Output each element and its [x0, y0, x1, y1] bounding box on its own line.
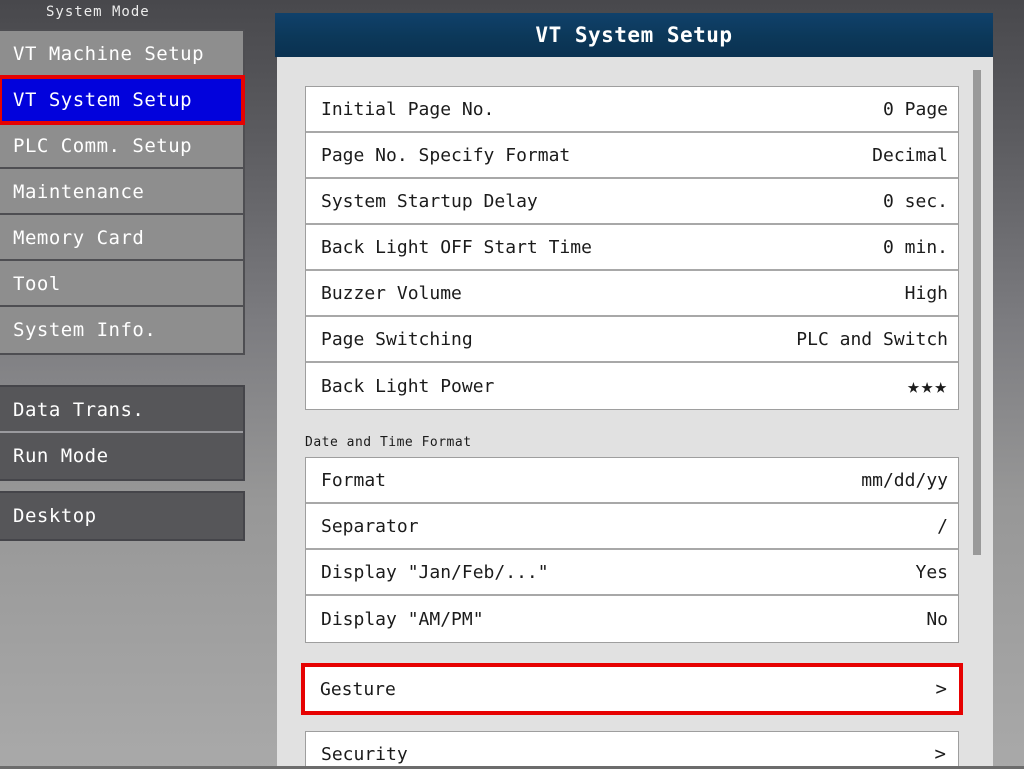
setting-label: Buzzer Volume: [321, 283, 462, 304]
row-gesture[interactable]: Gesture >: [301, 663, 963, 715]
chevron-right-icon: >: [935, 743, 946, 765]
setting-label: Page Switching: [321, 329, 473, 350]
sidebar-item-desktop[interactable]: Desktop: [0, 493, 243, 539]
setting-label: Separator: [321, 516, 419, 537]
setting-label: Display "Jan/Feb/...": [321, 562, 549, 583]
row-display-am-pm[interactable]: Display "AM/PM" No: [306, 596, 958, 642]
hmi-screen: System Mode VT Machine Setup VT System S…: [0, 0, 1024, 769]
datetime-settings-group: Format mm/dd/yy Separator / Display "Jan…: [305, 457, 959, 643]
setting-label: Display "AM/PM": [321, 609, 484, 630]
setting-value: mm/dd/yy: [861, 470, 948, 491]
page-title: VT System Setup: [275, 13, 993, 57]
sidebar-item-memory-card[interactable]: Memory Card: [0, 215, 243, 261]
sidebar-item-vt-system-setup[interactable]: VT System Setup: [0, 77, 243, 123]
sidebar-item-run-mode[interactable]: Run Mode: [0, 433, 243, 479]
setting-value: No: [926, 609, 948, 630]
sidebar-item-system-info[interactable]: System Info.: [0, 307, 243, 353]
setting-value: High: [905, 283, 948, 304]
setting-value: 0 Page: [883, 99, 948, 120]
settings-panel: Initial Page No. 0 Page Page No. Specify…: [277, 57, 993, 769]
setting-label: System Startup Delay: [321, 191, 538, 212]
sidebar-item-vt-machine-setup[interactable]: VT Machine Setup: [0, 31, 243, 77]
row-format[interactable]: Format mm/dd/yy: [306, 458, 958, 504]
chevron-right-icon: >: [936, 678, 947, 700]
desktop-menu: Desktop: [0, 491, 245, 541]
nav-row-label: Gesture: [320, 679, 396, 700]
nav-row-label: Security: [321, 744, 408, 765]
setting-value: Yes: [915, 562, 948, 583]
setting-label: Back Light OFF Start Time: [321, 237, 592, 258]
system-mode-title: System Mode: [46, 4, 150, 20]
row-back-light-off-start-time[interactable]: Back Light OFF Start Time 0 min.: [306, 225, 958, 271]
datetime-section-label: Date and Time Format: [305, 435, 472, 450]
general-settings-group: Initial Page No. 0 Page Page No. Specify…: [305, 86, 959, 410]
row-page-no-specify-format[interactable]: Page No. Specify Format Decimal: [306, 133, 958, 179]
row-security[interactable]: Security >: [305, 731, 959, 769]
setting-label: Initial Page No.: [321, 99, 494, 120]
star-rating: ★★★: [907, 374, 948, 398]
row-buzzer-volume[interactable]: Buzzer Volume High: [306, 271, 958, 317]
sidebar-item-data-trans[interactable]: Data Trans.: [0, 387, 243, 433]
row-page-switching[interactable]: Page Switching PLC and Switch: [306, 317, 958, 363]
row-separator[interactable]: Separator /: [306, 504, 958, 550]
setting-value: Decimal: [872, 145, 948, 166]
row-display-jan-feb[interactable]: Display "Jan/Feb/..." Yes: [306, 550, 958, 596]
setting-value: /: [937, 516, 948, 537]
setting-value: PLC and Switch: [796, 329, 948, 350]
setting-label: Back Light Power: [321, 376, 494, 397]
row-back-light-power[interactable]: Back Light Power ★★★: [306, 363, 958, 409]
setting-value: 0 sec.: [883, 191, 948, 212]
setting-value: 0 min.: [883, 237, 948, 258]
system-mode-menu: VT Machine Setup VT System Setup PLC Com…: [0, 29, 245, 355]
sidebar-item-plc-comm-setup[interactable]: PLC Comm. Setup: [0, 123, 243, 169]
scrollbar-thumb[interactable]: [973, 70, 981, 555]
row-initial-page-no[interactable]: Initial Page No. 0 Page: [306, 87, 958, 133]
setting-label: Format: [321, 470, 386, 491]
sidebar-item-tool[interactable]: Tool: [0, 261, 243, 307]
setting-label: Page No. Specify Format: [321, 145, 570, 166]
sidebar-item-maintenance[interactable]: Maintenance: [0, 169, 243, 215]
row-system-startup-delay[interactable]: System Startup Delay 0 sec.: [306, 179, 958, 225]
mode-switch-menu: Data Trans. Run Mode: [0, 385, 245, 481]
